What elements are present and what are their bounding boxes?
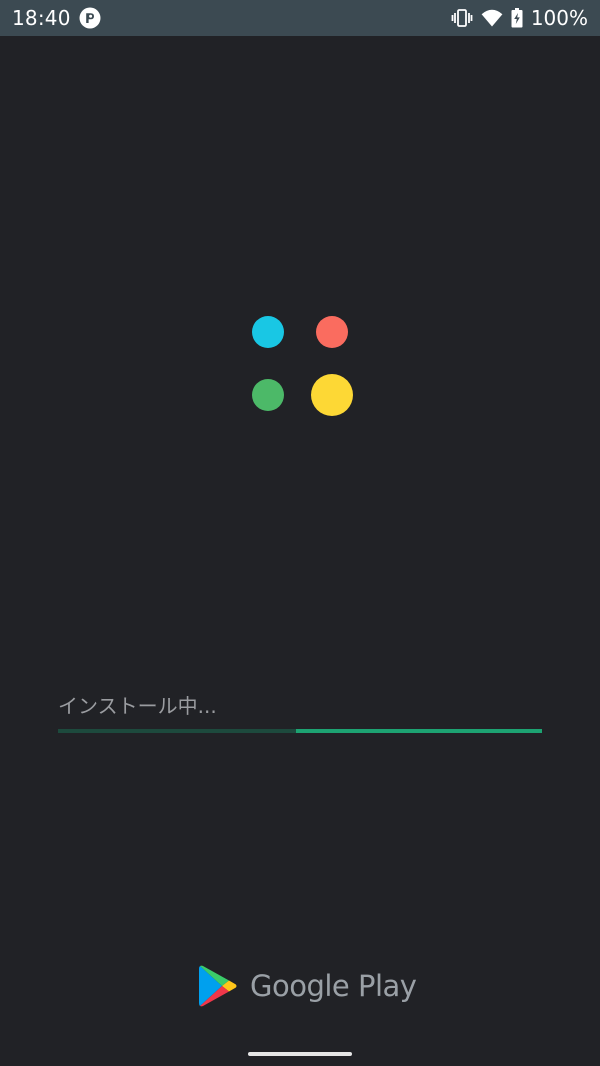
- google-play-wordmark: Google Play: [250, 969, 417, 1003]
- logo-dot-green: [252, 379, 284, 411]
- app-notification-icon: [79, 7, 101, 29]
- app-logo: [250, 313, 356, 419]
- battery-percent: 100%: [530, 6, 588, 30]
- install-status-text: インストール中...: [58, 694, 217, 718]
- wifi-icon: [481, 8, 503, 28]
- google-play-icon: [198, 964, 238, 1008]
- google-play-brand: Google Play: [198, 962, 417, 1010]
- logo-dot-yellow: [311, 374, 353, 416]
- install-progress-bar: [58, 729, 542, 733]
- battery-charging-icon: [511, 8, 523, 28]
- logo-dot-red: [316, 316, 348, 348]
- status-icons: 100%: [451, 6, 588, 30]
- install-progress-fill: [296, 729, 542, 733]
- gesture-navigation-handle[interactable]: [248, 1052, 352, 1056]
- logo-dot-blue: [252, 316, 284, 348]
- status-time: 18:40: [12, 6, 71, 30]
- status-bar: 18:40 100%: [0, 0, 600, 36]
- vibrate-icon: [451, 8, 473, 28]
